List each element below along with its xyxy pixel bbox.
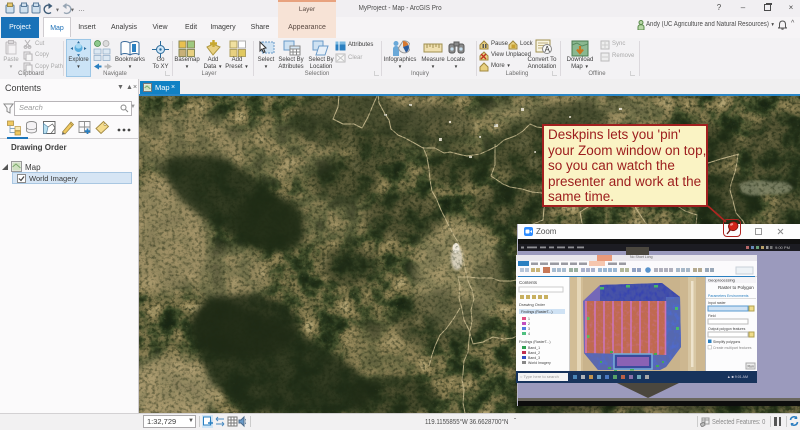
svg-text:9:00 PM: 9:00 PM	[775, 245, 790, 250]
svg-text:Band_3: Band_3	[528, 356, 540, 360]
svg-text:Create multipart features: Create multipart features	[713, 346, 752, 350]
svg-text:Output polygon features: Output polygon features	[708, 327, 746, 331]
svg-text:Contents: Contents	[519, 280, 538, 285]
svg-text:A: A	[545, 45, 551, 54]
svg-text:Simplify polygons: Simplify polygons	[713, 340, 740, 344]
svg-text:Drawing Order: Drawing Order	[519, 302, 546, 307]
svg-text:Field: Field	[708, 314, 716, 318]
svg-text:1: 1	[528, 317, 530, 321]
svg-text:Findings (RasterT...): Findings (RasterT...)	[519, 340, 551, 344]
svg-text:Run: Run	[748, 365, 754, 369]
svg-text:Input raster: Input raster	[708, 301, 727, 305]
svg-text:▼: ▼	[70, 8, 75, 14]
svg-text:2: 2	[528, 322, 530, 326]
svg-text:3: 3	[528, 327, 530, 331]
svg-text:4: 4	[528, 332, 530, 336]
svg-text:Geoprocessing: Geoprocessing	[708, 278, 735, 283]
svg-text:Findings (RasterT...): Findings (RasterT...)	[521, 310, 553, 314]
svg-text:▼: ▼	[55, 8, 60, 14]
svg-text:Band_1: Band_1	[528, 346, 540, 350]
svg-text:…: …	[78, 6, 85, 13]
svg-text:World Imagery: World Imagery	[528, 361, 551, 365]
svg-text:Band_2: Band_2	[528, 351, 540, 355]
svg-text:Raster to Polygon: Raster to Polygon	[718, 285, 754, 290]
svg-text:Parameters Environments: Parameters Environments	[708, 294, 749, 298]
